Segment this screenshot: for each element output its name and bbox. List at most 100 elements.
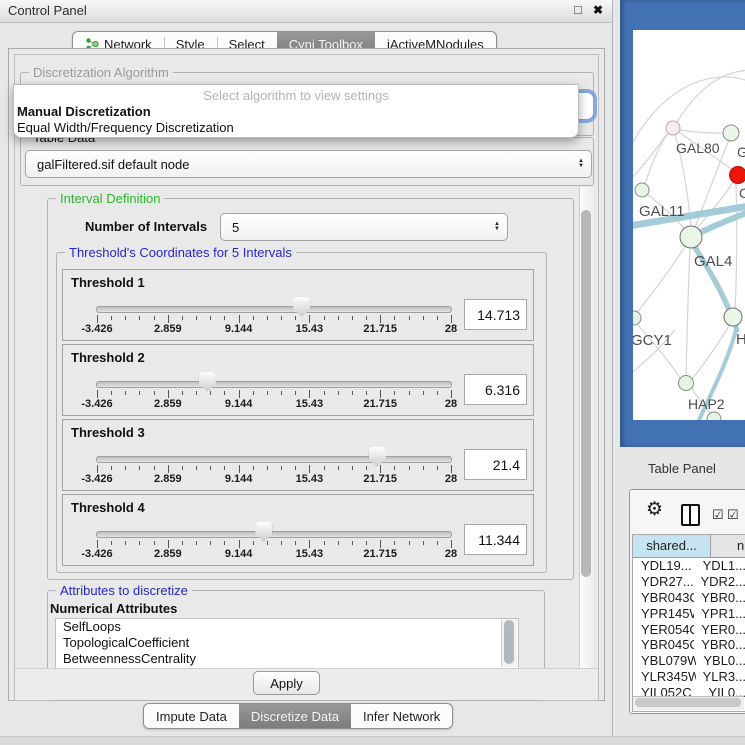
apply-button[interactable]: Apply (253, 671, 320, 695)
bottom-tab-infer-network[interactable]: Infer Network (351, 704, 452, 728)
close-icon[interactable]: ✖ (593, 3, 603, 17)
gear-icon[interactable]: ⚙ (646, 498, 663, 521)
threshold-panel: Threshold 1-3.4262.8599.14415.4321.71528… (62, 269, 534, 341)
tick-mark (451, 540, 452, 548)
select-all-checkbox-icon[interactable]: ☑ (712, 507, 724, 523)
float-window-icon[interactable]: □ (574, 2, 582, 17)
attributes-scrollbar-thumb[interactable] (504, 620, 514, 664)
slider-thumb[interactable] (255, 522, 272, 542)
network-node[interactable] (679, 376, 694, 391)
interval-definition-label: Interval Definition (56, 191, 164, 206)
combo-stepper-icon[interactable]: ▲▼ (578, 151, 584, 177)
cell-name: YLR3... (696, 669, 745, 684)
numerical-attributes-title: Numerical Attributes (50, 601, 177, 616)
column-layout-icon[interactable] (681, 504, 700, 526)
network-node-label: HAP2 (688, 396, 725, 412)
select-none-checkbox-icon[interactable]: ☑ (727, 507, 739, 523)
panel-title: Control Panel (8, 3, 87, 18)
algorithm-dropdown-popup: Select algorithm to view settings Manual… (13, 84, 579, 138)
network-node[interactable] (723, 125, 739, 141)
table-row[interactable]: YDL19...YDL1... (633, 558, 745, 574)
cell-name: YBR0... (694, 590, 745, 605)
network-node[interactable] (680, 226, 702, 248)
settings-vscrollbar-thumb[interactable] (581, 210, 591, 577)
table-data-combo[interactable]: galFiltered.sif default node ▲▼ (25, 150, 592, 178)
threshold-value-field[interactable]: 11.344 (464, 524, 527, 555)
table-row[interactable]: YLR345WYLR3... (633, 669, 745, 685)
number-of-intervals-value: 5 (221, 220, 239, 235)
tick-mark (451, 390, 452, 398)
network-node[interactable] (707, 412, 721, 420)
slider-thumb-layer (97, 420, 451, 490)
table-row[interactable]: YDR27...YDR2... (633, 574, 745, 590)
number-of-intervals-label: Number of Intervals (85, 219, 207, 234)
algorithm-option-manual-discretization[interactable]: Manual Discretization (14, 104, 578, 120)
network-graph: GAL80GACGAL11GAL4GCY1HHAP2 (633, 30, 745, 420)
algorithm-option-list: Manual DiscretizationEqual Width/Frequen… (14, 104, 578, 136)
slider-thumb[interactable] (199, 372, 216, 392)
network-node[interactable] (633, 311, 641, 325)
network-node-label: GA (737, 144, 745, 160)
slider-thumb[interactable] (293, 297, 310, 317)
threshold-coordinates-label: Threshold's Coordinates for 5 Intervals (65, 245, 296, 260)
column-header-shared-name[interactable]: shared... (633, 535, 711, 557)
network-edge (633, 134, 667, 180)
tick-mark (451, 465, 452, 473)
threshold-panel: Threshold 3-3.4262.8599.14415.4321.71528… (62, 419, 534, 491)
app-root: Control Panel □ ✖ NetworkStyleSelectCyni… (0, 0, 745, 745)
cell-shared-name: YBR043C (633, 590, 694, 605)
bottom-tab-label: Infer Network (363, 709, 440, 724)
control-panel-titlebar: Control Panel □ ✖ (0, 0, 612, 23)
table-header-row: shared... n (633, 535, 745, 558)
threshold-value-field[interactable]: 21.4 (464, 449, 527, 480)
cell-name: YBL0... (696, 653, 745, 668)
network-node[interactable] (666, 121, 680, 135)
number-of-intervals-combo[interactable]: 5 ▲▼ (220, 213, 508, 241)
network-edge (686, 248, 690, 376)
node-table: shared... n YDL19...YDL1...YDR27...YDR2.… (632, 534, 745, 712)
network-canvas[interactable]: GAL80GACGAL11GAL4GCY1HHAP2 (633, 30, 745, 420)
attribute-item[interactable]: BetweennessCentrality (56, 651, 518, 667)
cell-shared-name: YBL079W (633, 653, 696, 668)
cell-name: YBR0... (694, 637, 745, 652)
table-row[interactable]: YBR045CYBR0... (633, 637, 745, 653)
bottom-tab-bar: Impute Data Discretize Data Infer Network (143, 703, 453, 729)
slider-thumb-layer (97, 495, 451, 565)
network-node[interactable] (635, 183, 649, 197)
attribute-item[interactable]: SelfLoops (56, 619, 518, 635)
threshold-value-field[interactable]: 6.316 (464, 374, 527, 405)
table-row[interactable]: YER054CYER0... (633, 621, 745, 637)
cell-shared-name: YBR045C (633, 637, 694, 652)
column-header-name[interactable]: n (711, 535, 745, 557)
threshold-value-field[interactable]: 14.713 (464, 299, 527, 330)
status-bar-edge (0, 736, 745, 745)
algorithm-option-equal-width-frequency-discretization[interactable]: Equal Width/Frequency Discretization (14, 120, 578, 136)
table-row[interactable]: YBR043CYBR0... (633, 590, 745, 606)
bottom-tab-impute-data[interactable]: Impute Data (144, 704, 239, 728)
table-row[interactable]: YBL079WYBL0... (633, 653, 745, 669)
network-node-label: GCY1 (633, 332, 672, 349)
cell-shared-name: YLR345W (633, 669, 696, 684)
cell-shared-name: YDR27... (633, 574, 693, 589)
bottom-tab-label: Discretize Data (251, 709, 339, 724)
table-rows: YDL19...YDL1...YDR27...YDR2...YBR043CYBR… (633, 558, 745, 700)
network-node-label: C (739, 185, 745, 201)
slider-thumb[interactable] (369, 447, 386, 467)
combo-stepper-icon[interactable]: ▲▼ (494, 214, 500, 240)
slider-thumb-layer (97, 270, 451, 340)
threshold-panel: Threshold 4-3.4262.8599.14415.4321.71528… (62, 494, 534, 566)
threshold-panel: Threshold 2-3.4262.8599.14415.4321.71528… (62, 344, 534, 416)
attribute-item[interactable]: TopologicalCoefficient (56, 635, 518, 651)
network-node-label: GAL80 (676, 140, 720, 156)
network-node-label: GAL4 (694, 253, 732, 270)
network-edge (680, 130, 723, 133)
table-hscrollbar-thumb[interactable] (635, 698, 741, 707)
network-node[interactable] (724, 308, 742, 326)
discretization-algorithm-label: Discretization Algorithm (29, 65, 173, 80)
bottom-tab-discretize-data[interactable]: Discretize Data (239, 704, 351, 728)
algorithm-prompt: Select algorithm to view settings (14, 88, 578, 104)
network-node[interactable] (730, 167, 745, 184)
table-row[interactable]: YPR145WYPR1... (633, 605, 745, 621)
cell-shared-name: YDL19... (633, 558, 696, 573)
network-node-label: H (736, 331, 745, 348)
